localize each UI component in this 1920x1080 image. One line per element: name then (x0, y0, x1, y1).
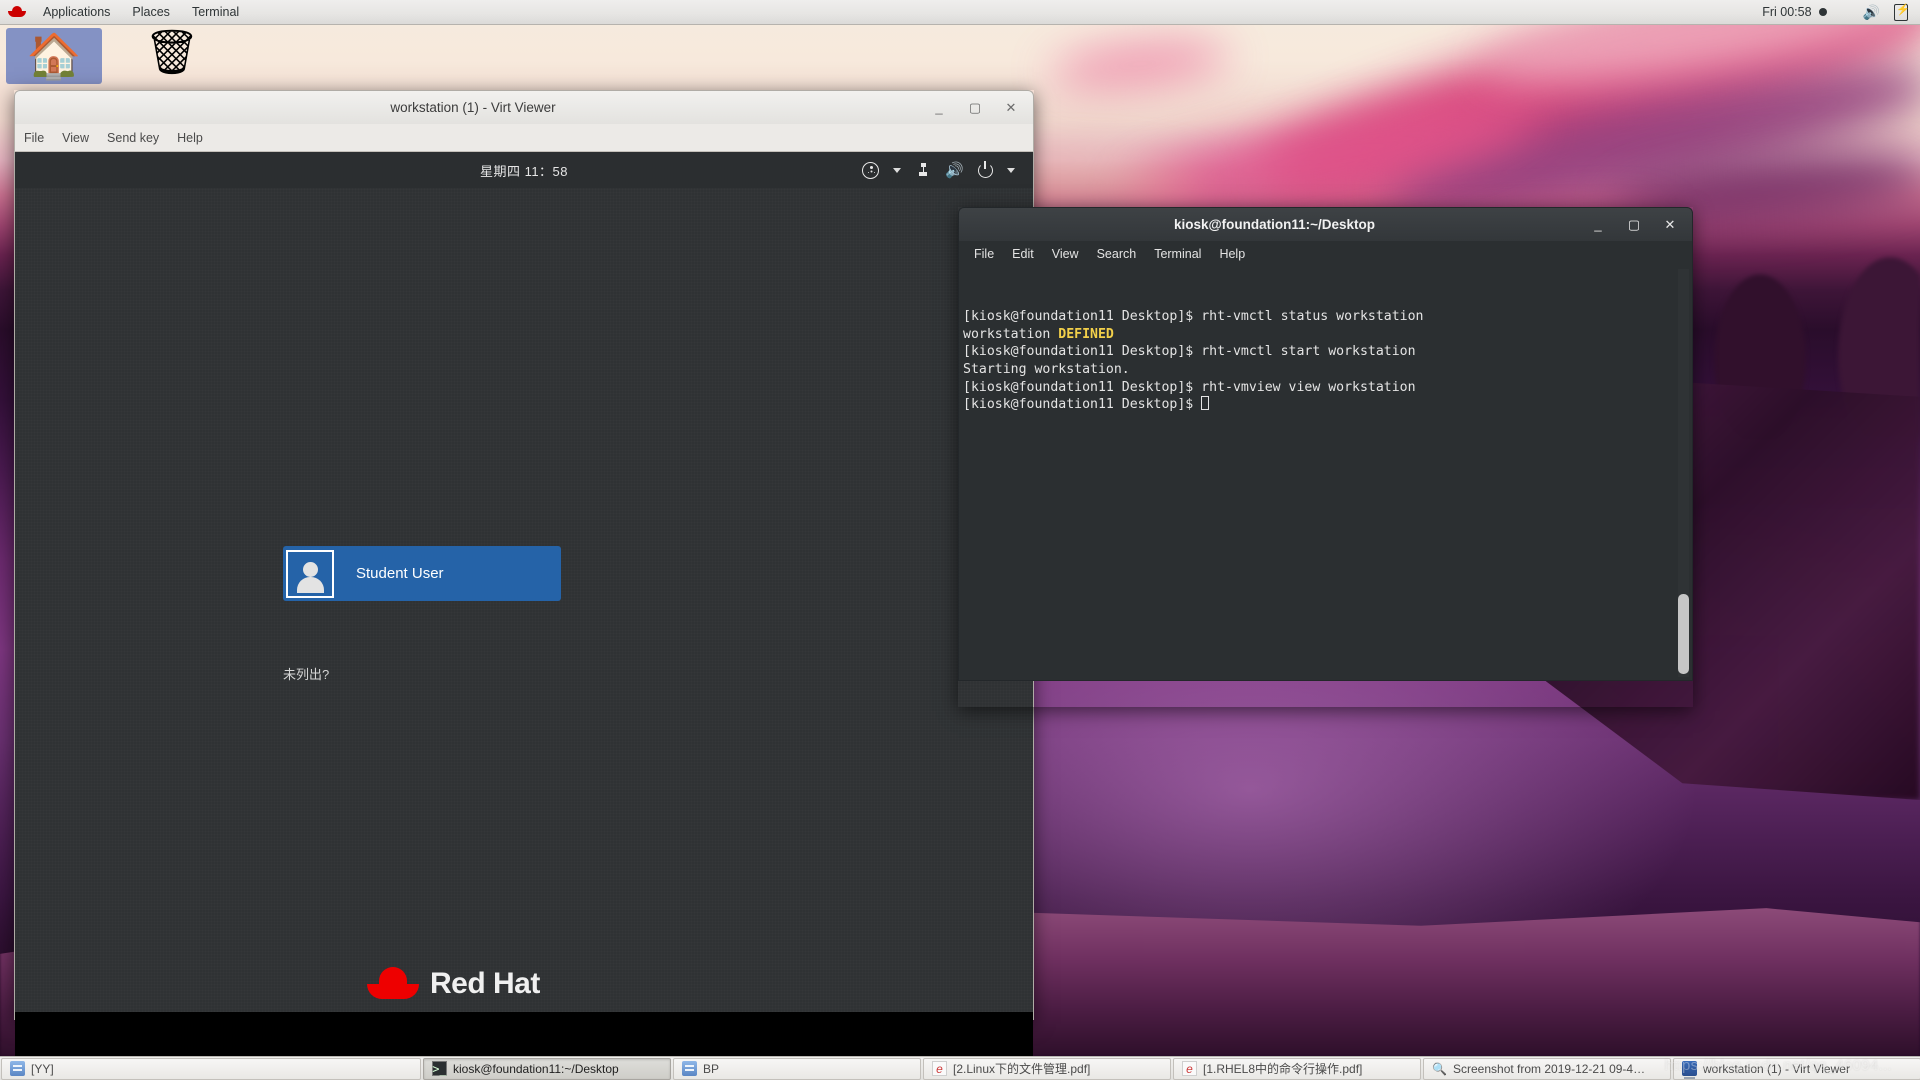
terminal-command: rht-vmctl start workstation (1201, 344, 1416, 360)
menu-places[interactable]: Places (121, 0, 181, 25)
home-folder-icon: 🏠 (26, 32, 82, 81)
menu-edit[interactable]: Edit (1003, 241, 1043, 267)
taskbar-task-label: Screenshot from 2019-12-21 09-4… (1453, 1061, 1646, 1076)
menu-view[interactable]: View (53, 124, 98, 152)
menu-search[interactable]: Search (1088, 241, 1146, 267)
network-icon[interactable] (915, 163, 932, 177)
menu-file[interactable]: File (965, 241, 1003, 267)
menu-help[interactable]: Help (168, 124, 212, 152)
chevron-down-icon[interactable] (893, 167, 902, 173)
taskbar-task[interactable]: e [1.RHEL8中的命令行操作.pdf] (1173, 1057, 1421, 1080)
terminal-text: Starting workstation. (963, 361, 1130, 377)
terminal-line: [kiosk@foundation11 Desktop]$ rht-vmctl … (963, 308, 1692, 326)
terminal-prompt: [kiosk@foundation11 Desktop]$ (963, 397, 1202, 413)
minimize-button[interactable]: _ (931, 100, 947, 115)
terminal-text: workstation (963, 326, 1059, 342)
pdf-icon: e (932, 1061, 947, 1076)
taskbar-task-label: [YY] (31, 1061, 54, 1076)
terminal-line: Starting workstation. (963, 361, 1692, 379)
minimize-button[interactable]: _ (1590, 217, 1606, 232)
desktop-icon-home[interactable]: 🏠 (6, 28, 102, 84)
close-button[interactable]: ✕ (1003, 100, 1019, 116)
panel-clock[interactable]: Fri 00:58 (1762, 5, 1811, 19)
maximize-button[interactable]: ▢ (1626, 217, 1642, 233)
terminal-command: rht-vmview view workstation (1201, 379, 1416, 395)
terminal-line: workstation DEFINED (963, 326, 1692, 344)
close-button[interactable]: ✕ (1662, 217, 1678, 233)
terminal-prompt: [kiosk@foundation11 Desktop]$ (963, 309, 1202, 325)
redhat-brand-label: Red Hat (430, 967, 540, 1000)
gdm-system-tray: 🔊 (862, 152, 1015, 188)
menu-view[interactable]: View (1043, 241, 1088, 267)
taskbar-task[interactable]: BP (673, 1057, 921, 1080)
taskbar: [YY] >_ kiosk@foundation11:~/Desktop BP e [2.… (0, 1056, 1920, 1080)
drive-icon (10, 1061, 25, 1076)
terminal-titlebar[interactable]: kiosk@foundation11:~/Desktop _ ▢ ✕ (958, 207, 1693, 241)
terminal-prompt: [kiosk@foundation11 Desktop]$ (963, 344, 1202, 360)
terminal-line-container: [kiosk@foundation11 Desktop]$ rht-vmctl … (963, 308, 1692, 414)
taskbar-task[interactable]: >_ kiosk@foundation11:~/Desktop (423, 1057, 671, 1080)
volume-icon[interactable]: 🔊 (1863, 4, 1880, 21)
terminal-icon: >_ (432, 1061, 447, 1076)
menu-send-key[interactable]: Send key (98, 124, 168, 152)
taskbar-task-label: BP (703, 1061, 720, 1076)
menu-file[interactable]: File (15, 124, 53, 152)
terminal-output[interactable]: [kiosk@foundation11 Desktop]$ rht-vmctl … (958, 267, 1693, 681)
terminal-window[interactable]: kiosk@foundation11:~/Desktop _ ▢ ✕ File … (958, 207, 1693, 707)
terminal-title: kiosk@foundation11:~/Desktop (1173, 217, 1376, 232)
menu-terminal[interactable]: Terminal (1145, 241, 1210, 267)
menu-applications[interactable]: Applications (32, 0, 121, 25)
trash-icon: 🗑 (144, 28, 200, 77)
redhat-hat-icon (367, 967, 419, 1001)
recording-indicator-icon[interactable] (1818, 8, 1827, 16)
taskbar-task[interactable]: [YY] (1, 1057, 421, 1080)
taskbar-task-label: [2.Linux下的文件管理.pdf] (953, 1062, 1091, 1076)
virt-viewer-menubar: File View Send key Help (14, 124, 1034, 152)
terminal-line: [kiosk@foundation11 Desktop]$ rht-vmview… (963, 379, 1692, 397)
not-listed-link[interactable]: 未列出? (283, 664, 329, 683)
menu-help[interactable]: Help (1210, 241, 1254, 267)
gdm-login-screen: 星期四 11：58 🔊 Student User 未列出? Red Hat (15, 152, 1033, 1012)
terminal-cursor (1201, 396, 1210, 411)
terminal-line: [kiosk@foundation11 Desktop]$ (963, 396, 1692, 414)
desktop-icon-trash[interactable]: 🗑 (124, 28, 220, 78)
terminal-menubar: File Edit View Search Terminal Help (958, 241, 1693, 267)
avatar (286, 549, 334, 598)
virt-viewer-titlebar[interactable]: workstation (1) - Virt Viewer _ ▢ ✕ (14, 90, 1034, 124)
drive-icon (682, 1061, 697, 1076)
terminal-prompt: [kiosk@foundation11 Desktop]$ (963, 379, 1202, 395)
taskbar-task-label: kiosk@foundation11:~/Desktop (453, 1061, 619, 1076)
cloud-streak (1048, 35, 1232, 93)
screenshot-icon: 🔍 (1432, 1061, 1447, 1076)
virt-viewer-guest-display[interactable]: 星期四 11：58 🔊 Student User 未列出? Red Hat (14, 152, 1034, 1078)
battery-icon[interactable] (1894, 3, 1910, 21)
user-login-tile[interactable]: Student User (283, 546, 561, 601)
taskbar-task-label: workstation (1) - Virt Viewer (1703, 1061, 1850, 1076)
terminal-line: [kiosk@foundation11 Desktop]$ rht-vmctl … (963, 343, 1692, 361)
chevron-down-icon[interactable] (1007, 167, 1015, 173)
terminal-status-highlight: DEFINED (1058, 326, 1114, 342)
pdf-icon: e (1182, 1061, 1197, 1076)
volume-icon[interactable]: 🔊 (945, 163, 964, 178)
virt-viewer-title: workstation (1) - Virt Viewer (390, 100, 556, 115)
maximize-button[interactable]: ▢ (967, 100, 983, 116)
terminal-command: rht-vmctl status workstation (1201, 309, 1424, 325)
redhat-brand: Red Hat (367, 967, 540, 1001)
taskbar-task[interactable]: e [2.Linux下的文件管理.pdf] (923, 1057, 1171, 1080)
accessibility-icon[interactable] (862, 161, 880, 179)
terminal-scrollbar-thumb[interactable] (1678, 594, 1689, 674)
redhat-logo-icon (8, 5, 26, 19)
taskbar-task[interactable]: workstation (1) - Virt Viewer (1673, 1057, 1920, 1080)
virt-viewer-window[interactable]: workstation (1) - Virt Viewer _ ▢ ✕ File… (14, 90, 1034, 1078)
top-panel: Applications Places Terminal Fri 00:58 🔊 (0, 0, 1920, 25)
menu-terminal[interactable]: Terminal (181, 0, 250, 25)
gdm-clock[interactable]: 星期四 11：58 (480, 161, 568, 180)
taskbar-task[interactable]: 🔍 Screenshot from 2019-12-21 09-4… (1423, 1057, 1671, 1080)
screen: 🏠 🗑 Applications Places Terminal Fri 00:… (0, 0, 1920, 1080)
power-icon[interactable] (978, 160, 993, 178)
user-name-label: Student User (356, 565, 444, 582)
taskbar-task-label: [1.RHEL8中的命令行操作.pdf] (1203, 1062, 1363, 1076)
gdm-top-bar: 星期四 11：58 🔊 (15, 152, 1033, 188)
vm-display-icon (1682, 1061, 1697, 1079)
